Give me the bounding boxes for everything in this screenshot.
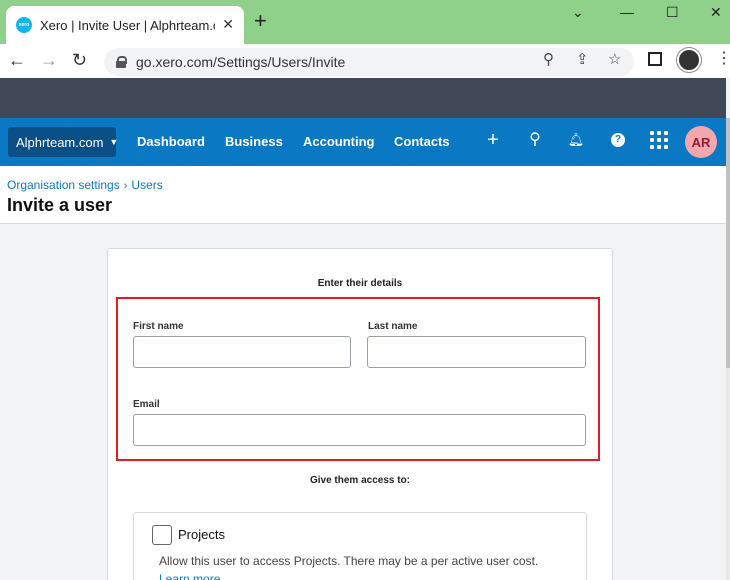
lock-icon	[116, 56, 127, 68]
nav-accounting[interactable]: Accounting	[303, 134, 375, 149]
breadcrumb-organisation-settings[interactable]: Organisation settings	[7, 178, 120, 192]
details-heading: Enter their details	[317, 278, 403, 289]
projects-description: Allow this user to access Projects. Ther…	[159, 554, 539, 568]
tab-close-icon[interactable]: ✕	[222, 16, 234, 33]
forward-arrow-icon[interactable]: →	[40, 49, 58, 71]
browser-menu-icon[interactable]: ⋮	[716, 51, 730, 67]
tab-search-icon[interactable]: ⌄	[572, 4, 584, 21]
org-switcher-button[interactable]: Alphrteam.com ▼	[8, 127, 119, 157]
projects-access-option	[133, 512, 587, 580]
url-text: go.xero.com/Settings/Users/Invite	[136, 54, 346, 70]
browser-tab[interactable]: xero Xero | Invite User | Alphrteam.com …	[6, 6, 244, 44]
breadcrumb-users[interactable]: Users	[131, 178, 162, 192]
learn-more-link[interactable]: Learn more	[159, 572, 220, 580]
reload-icon[interactable]: ↻	[72, 49, 87, 71]
sidebar-panel-icon[interactable]	[648, 52, 662, 66]
browser-profile-icon[interactable]	[677, 48, 701, 72]
help-icon[interactable]: ?	[611, 133, 625, 147]
projects-checkbox[interactable]	[152, 525, 172, 545]
page-header: Organisation settings › Users Invite a use…	[0, 166, 726, 224]
first-name-label: First name	[133, 321, 184, 332]
last-name-label: Last name	[368, 321, 418, 332]
page-scrollbar[interactable]	[726, 118, 730, 580]
main-navigation: Alphrteam.com ▼ Dashboard Business Accou…	[0, 118, 726, 166]
search-icon[interactable]: ⚲	[525, 130, 545, 150]
maximize-icon[interactable]: ☐	[666, 4, 679, 21]
back-arrow-icon[interactable]: ←	[8, 49, 26, 71]
top-dark-banner	[0, 78, 726, 118]
tab-title: Xero | Invite User | Alphrteam.com	[40, 17, 215, 33]
zoom-icon[interactable]: ⚲	[543, 50, 554, 68]
user-avatar[interactable]: AR	[685, 126, 717, 158]
breadcrumb: Organisation settings › Users	[7, 178, 163, 192]
apps-grid-icon[interactable]	[650, 131, 668, 149]
last-name-field[interactable]	[367, 336, 586, 368]
nav-dashboard[interactable]: Dashboard	[137, 134, 205, 149]
first-name-field[interactable]	[133, 336, 351, 368]
nav-contacts[interactable]: Contacts	[394, 134, 450, 149]
address-bar: ← → ↻ go.xero.com/Settings/Users/Invite …	[0, 44, 730, 78]
new-tab-icon[interactable]: +	[254, 10, 267, 32]
bookmark-star-icon[interactable]: ☆	[608, 50, 621, 68]
window-close-icon[interactable]: ✕	[710, 4, 722, 21]
url-field[interactable]: go.xero.com/Settings/Users/Invite	[104, 48, 634, 76]
chevron-right-icon: ›	[123, 180, 128, 192]
caret-down-icon: ▼	[109, 137, 119, 147]
share-icon[interactable]: ⇪	[576, 50, 589, 68]
browser-tab-bar: xero Xero | Invite User | Alphrteam.com …	[0, 0, 730, 44]
page-title: Invite a user	[7, 195, 113, 215]
projects-label: Projects	[178, 527, 225, 542]
access-heading: Give them access to:	[309, 475, 411, 486]
minimize-icon[interactable]: —	[620, 4, 634, 20]
org-name: Alphrteam.com	[16, 134, 104, 150]
email-label: Email	[133, 399, 160, 410]
email-field[interactable]	[133, 414, 586, 446]
xero-favicon-icon: xero	[16, 17, 32, 33]
nav-business[interactable]: Business	[225, 134, 283, 149]
add-icon[interactable]: +	[483, 130, 503, 150]
notifications-bell-icon[interactable]: 🔔︎	[566, 130, 586, 150]
